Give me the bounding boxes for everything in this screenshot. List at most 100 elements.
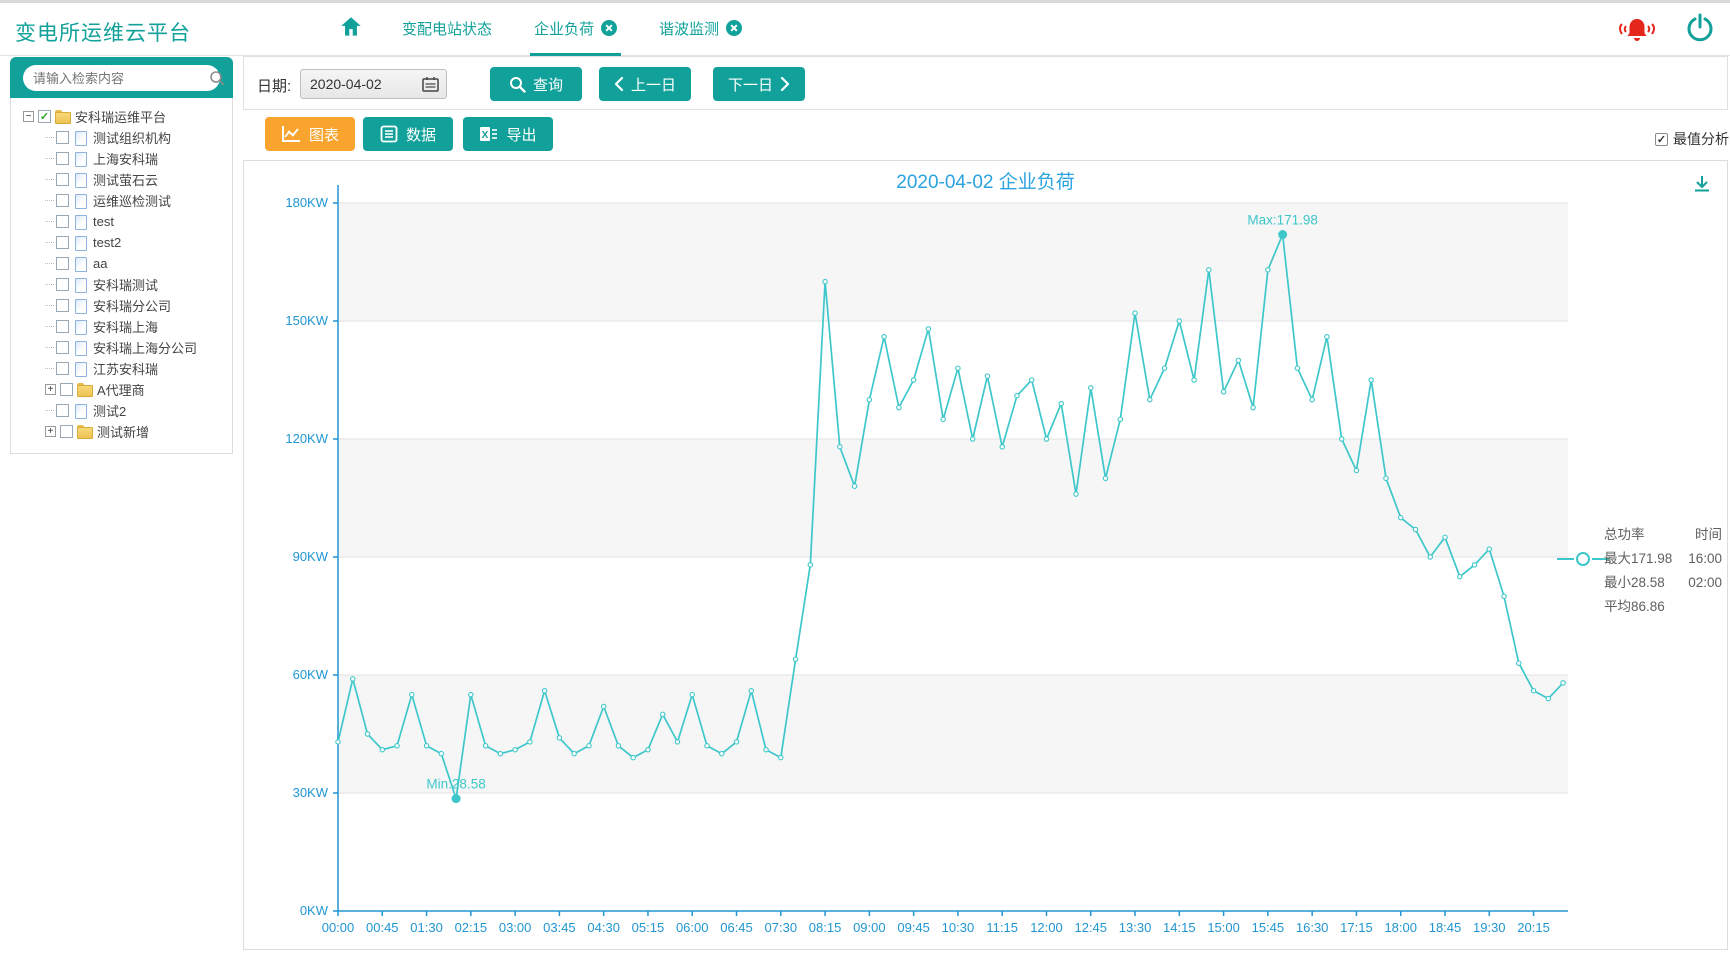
app-title: 变电所运维云平台 bbox=[15, 17, 191, 47]
tree-checkbox[interactable] bbox=[56, 341, 69, 354]
chart-view-button[interactable]: 图表 bbox=[265, 117, 355, 151]
expand-icon[interactable]: + bbox=[45, 426, 56, 437]
tree-connector bbox=[45, 200, 54, 201]
nav-tab-2[interactable]: 谐波监测 bbox=[655, 3, 746, 56]
tree-item[interactable]: test bbox=[19, 211, 228, 232]
expand-icon[interactable]: + bbox=[45, 384, 56, 395]
svg-text:12:00: 12:00 bbox=[1030, 920, 1063, 935]
svg-text:01:30: 01:30 bbox=[410, 920, 443, 935]
tree-item[interactable]: 安科瑞上海分公司 bbox=[19, 337, 228, 358]
export-label: 导出 bbox=[506, 124, 536, 145]
tree-checkbox[interactable] bbox=[56, 404, 69, 417]
tree-checkbox[interactable] bbox=[60, 425, 73, 438]
alarm-bell-button[interactable] bbox=[1614, 15, 1660, 47]
svg-text:14:15: 14:15 bbox=[1163, 920, 1196, 935]
tree-item[interactable]: 上海安科瑞 bbox=[19, 148, 228, 169]
svg-text:20:15: 20:15 bbox=[1517, 920, 1550, 935]
max-analysis-toggle[interactable]: ✓ 最值分析 bbox=[1655, 129, 1729, 149]
file-icon bbox=[73, 341, 88, 354]
tab-close-icon[interactable] bbox=[726, 20, 742, 36]
export-button[interactable]: X 导出 bbox=[463, 117, 553, 151]
series-legend-marker[interactable] bbox=[1557, 551, 1609, 572]
tree-connector bbox=[45, 284, 54, 285]
tree-item-label: 上海安科瑞 bbox=[93, 149, 158, 168]
tree-item[interactable]: 安科瑞分公司 bbox=[19, 295, 228, 316]
power-button[interactable] bbox=[1686, 13, 1714, 48]
tree-connector bbox=[45, 137, 54, 138]
legend-series-header: 总功率 bbox=[1604, 523, 1645, 547]
calendar-icon[interactable] bbox=[422, 76, 439, 92]
nav-tab-0[interactable]: 变配电站状态 bbox=[398, 3, 496, 56]
load-line-chart[interactable]: 0KW30KW60KW90KW120KW150KW180KW00:0000:45… bbox=[244, 161, 1727, 949]
svg-text:04:30: 04:30 bbox=[587, 920, 620, 935]
file-icon bbox=[73, 404, 88, 417]
tree-item[interactable]: 测试2 bbox=[19, 400, 228, 421]
line-chart-icon bbox=[281, 125, 301, 143]
alarm-bell-icon bbox=[1614, 15, 1660, 47]
tree-checkbox[interactable] bbox=[56, 194, 69, 207]
tree-item[interactable]: +A代理商 bbox=[19, 379, 228, 400]
folder-icon bbox=[77, 383, 92, 396]
next-day-label: 下一日 bbox=[728, 74, 773, 95]
tree-item[interactable]: +测试新增 bbox=[19, 421, 228, 442]
max-analysis-checkbox[interactable]: ✓ bbox=[1655, 133, 1668, 146]
tree-checkbox[interactable]: ✓ bbox=[38, 110, 51, 123]
tree-checkbox[interactable] bbox=[56, 152, 69, 165]
tree-checkbox[interactable] bbox=[56, 278, 69, 291]
file-icon bbox=[73, 299, 88, 312]
tree-connector bbox=[45, 326, 54, 327]
svg-text:00:00: 00:00 bbox=[322, 920, 355, 935]
nav-tab-1[interactable]: 企业负荷 bbox=[530, 3, 621, 56]
tree-checkbox[interactable] bbox=[56, 299, 69, 312]
tree-checkbox[interactable] bbox=[56, 362, 69, 375]
tree-item[interactable]: test2 bbox=[19, 232, 228, 253]
svg-text:08:15: 08:15 bbox=[809, 920, 842, 935]
legend-min-time: 02:00 bbox=[1688, 571, 1722, 595]
file-icon bbox=[73, 215, 88, 228]
query-toolbar: 日期: 查询 上一日 下一日 bbox=[243, 56, 1728, 110]
tree-checkbox[interactable] bbox=[56, 257, 69, 270]
collapse-icon[interactable]: − bbox=[23, 111, 34, 122]
tree-item[interactable]: 安科瑞上海 bbox=[19, 316, 228, 337]
chevron-left-icon bbox=[614, 77, 624, 91]
svg-text:11:15: 11:15 bbox=[986, 920, 1018, 935]
tree-checkbox[interactable] bbox=[56, 131, 69, 144]
tree-checkbox[interactable] bbox=[56, 173, 69, 186]
data-view-button[interactable]: 数据 bbox=[363, 117, 453, 151]
tree-checkbox[interactable] bbox=[56, 320, 69, 333]
tree-item[interactable]: aa bbox=[19, 253, 228, 274]
prev-day-label: 上一日 bbox=[631, 74, 676, 95]
tree-item[interactable]: −✓安科瑞运维平台 bbox=[19, 106, 228, 127]
folder-icon bbox=[55, 110, 70, 123]
tree-item[interactable]: 运维巡检测试 bbox=[19, 190, 228, 211]
svg-text:09:00: 09:00 bbox=[853, 920, 886, 935]
prev-day-button[interactable]: 上一日 bbox=[599, 67, 691, 101]
tab-close-icon[interactable] bbox=[601, 20, 617, 36]
tree-connector bbox=[45, 263, 54, 264]
tree-item[interactable]: 测试萤石云 bbox=[19, 169, 228, 190]
date-input[interactable] bbox=[301, 76, 401, 92]
svg-text:13:30: 13:30 bbox=[1119, 920, 1152, 935]
svg-text:120KW: 120KW bbox=[285, 431, 328, 446]
tree-item[interactable]: 测试组织机构 bbox=[19, 127, 228, 148]
file-icon bbox=[73, 173, 88, 186]
search-box bbox=[23, 65, 220, 91]
file-icon bbox=[73, 320, 88, 333]
tree-item[interactable]: 江苏安科瑞 bbox=[19, 358, 228, 379]
query-button[interactable]: 查询 bbox=[490, 67, 582, 101]
svg-text:17:15: 17:15 bbox=[1340, 920, 1373, 935]
home-button[interactable] bbox=[338, 3, 364, 56]
svg-text:18:00: 18:00 bbox=[1384, 920, 1417, 935]
tree-checkbox[interactable] bbox=[60, 383, 73, 396]
svg-text:05:15: 05:15 bbox=[632, 920, 665, 935]
tree-checkbox[interactable] bbox=[56, 215, 69, 228]
tree-item-label: 江苏安科瑞 bbox=[93, 359, 158, 378]
svg-text:90KW: 90KW bbox=[293, 549, 329, 564]
max-point-label: Max:171.98 bbox=[1247, 213, 1318, 228]
search-icon[interactable] bbox=[209, 70, 225, 86]
next-day-button[interactable]: 下一日 bbox=[713, 67, 805, 101]
file-icon bbox=[73, 236, 88, 249]
tree-item[interactable]: 安科瑞测试 bbox=[19, 274, 228, 295]
search-input[interactable] bbox=[33, 71, 209, 86]
tree-checkbox[interactable] bbox=[56, 236, 69, 249]
